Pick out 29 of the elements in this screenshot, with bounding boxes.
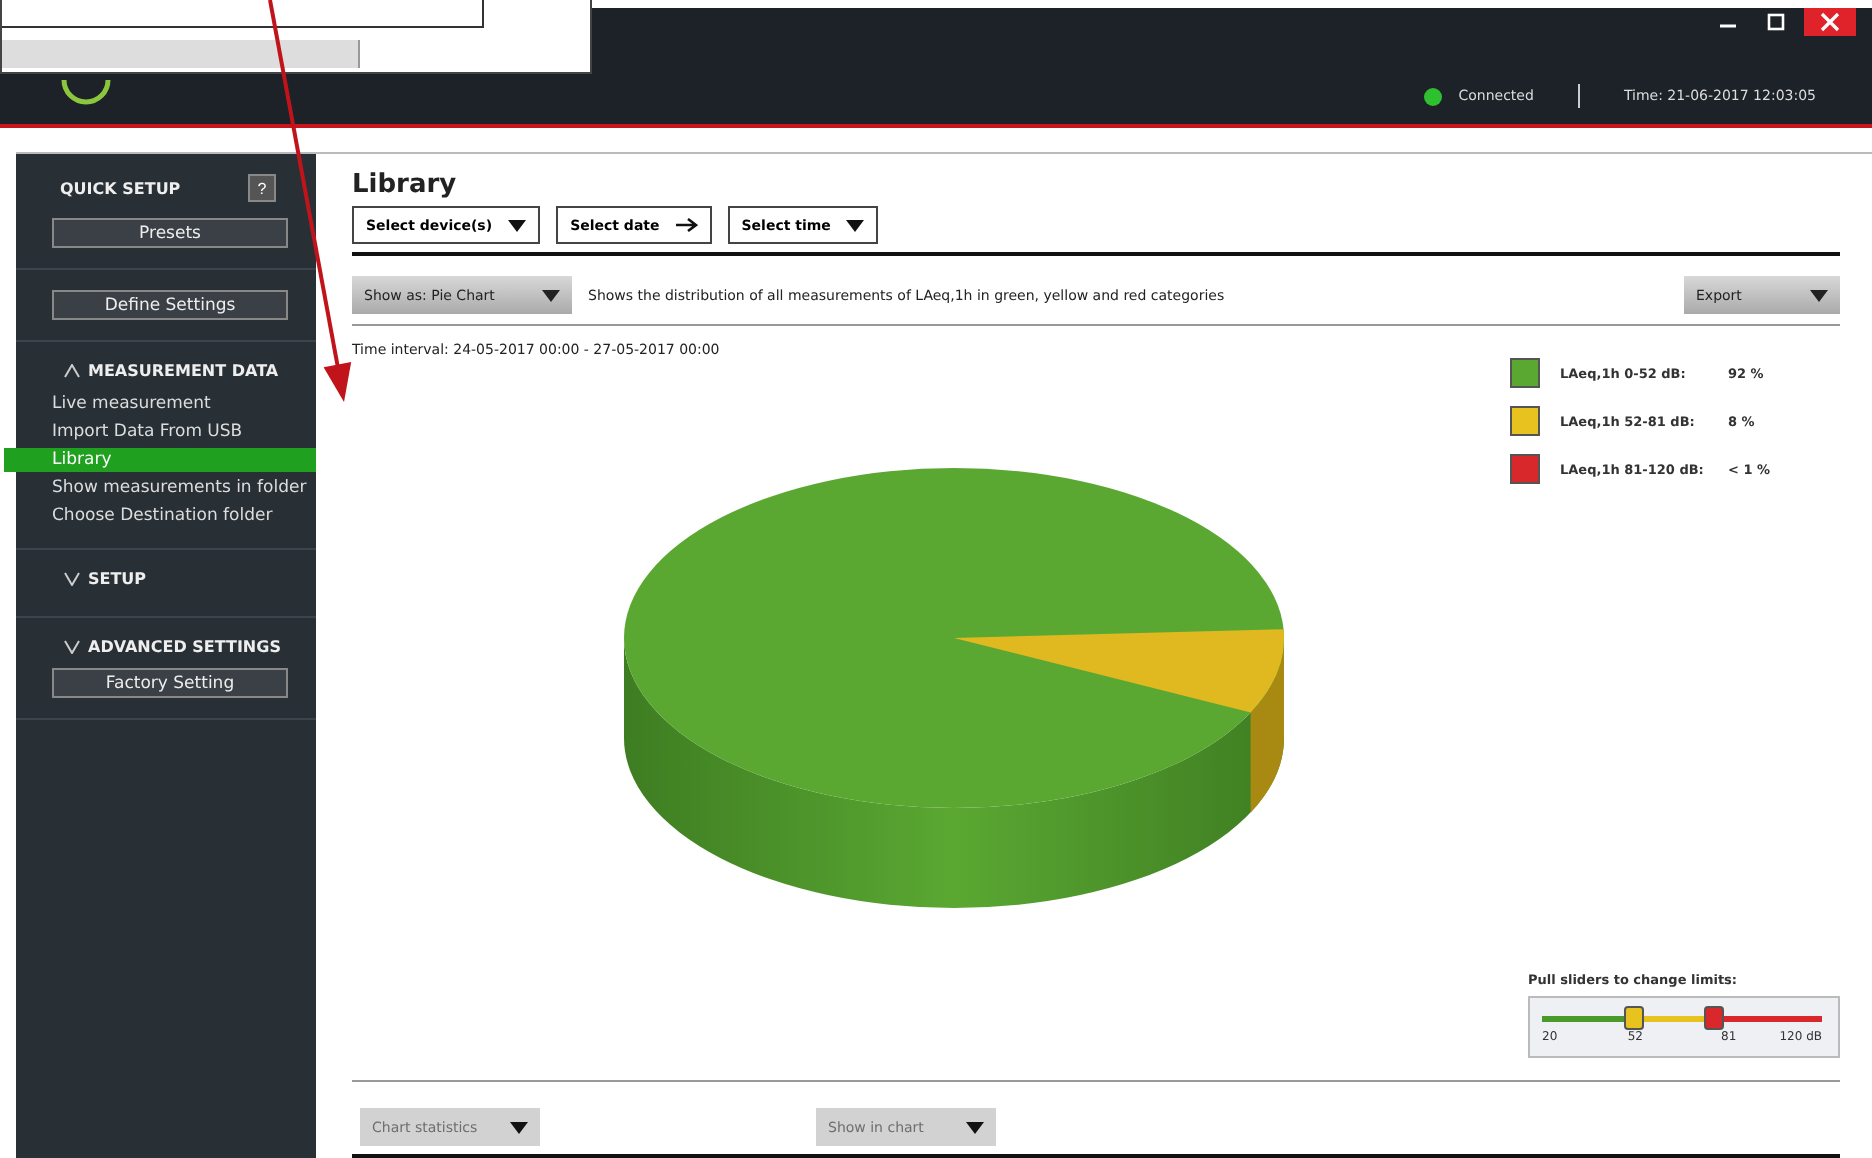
sidebar-item[interactable]: Live measurement bbox=[4, 392, 316, 416]
caret-icon bbox=[508, 219, 527, 231]
section-title[interactable]: SETUP bbox=[88, 570, 147, 588]
factory-setting-button[interactable]: Factory Setting bbox=[52, 668, 288, 698]
page-title: Library bbox=[352, 170, 459, 200]
sidebar-item[interactable]: Import Data From USB bbox=[4, 420, 316, 444]
caret-icon bbox=[846, 219, 865, 231]
caret-icon bbox=[1810, 289, 1828, 301]
section-title[interactable]: ADVANCED SETTINGS bbox=[88, 638, 281, 656]
chevron-icon[interactable] bbox=[64, 364, 80, 378]
connected-status-icon bbox=[1424, 87, 1443, 105]
right-arrow-icon bbox=[675, 218, 698, 232]
chevron-icon[interactable] bbox=[64, 640, 80, 654]
define-settings-button[interactable]: Define Settings bbox=[52, 290, 288, 320]
slider-thumb[interactable] bbox=[1704, 1006, 1725, 1030]
slider-thumb[interactable] bbox=[1623, 1006, 1644, 1030]
close-icon bbox=[1820, 12, 1840, 32]
section-title: QUICK SETUP bbox=[60, 179, 181, 197]
help-button[interactable]: ? bbox=[248, 174, 276, 202]
section-title[interactable]: MEASUREMENT DATA bbox=[88, 362, 279, 380]
chevron-icon[interactable] bbox=[64, 572, 80, 586]
maximize-icon bbox=[1766, 12, 1786, 32]
caret-icon bbox=[542, 289, 560, 301]
sidebar-item[interactable]: Show measurements in folder bbox=[4, 476, 316, 500]
presets-button[interactable]: Presets bbox=[52, 218, 288, 248]
caret-icon bbox=[510, 1121, 528, 1133]
sidebar-item[interactable]: Choose Destination folder bbox=[4, 504, 316, 528]
caret-icon bbox=[966, 1121, 984, 1133]
close-button[interactable] bbox=[1804, 8, 1856, 36]
